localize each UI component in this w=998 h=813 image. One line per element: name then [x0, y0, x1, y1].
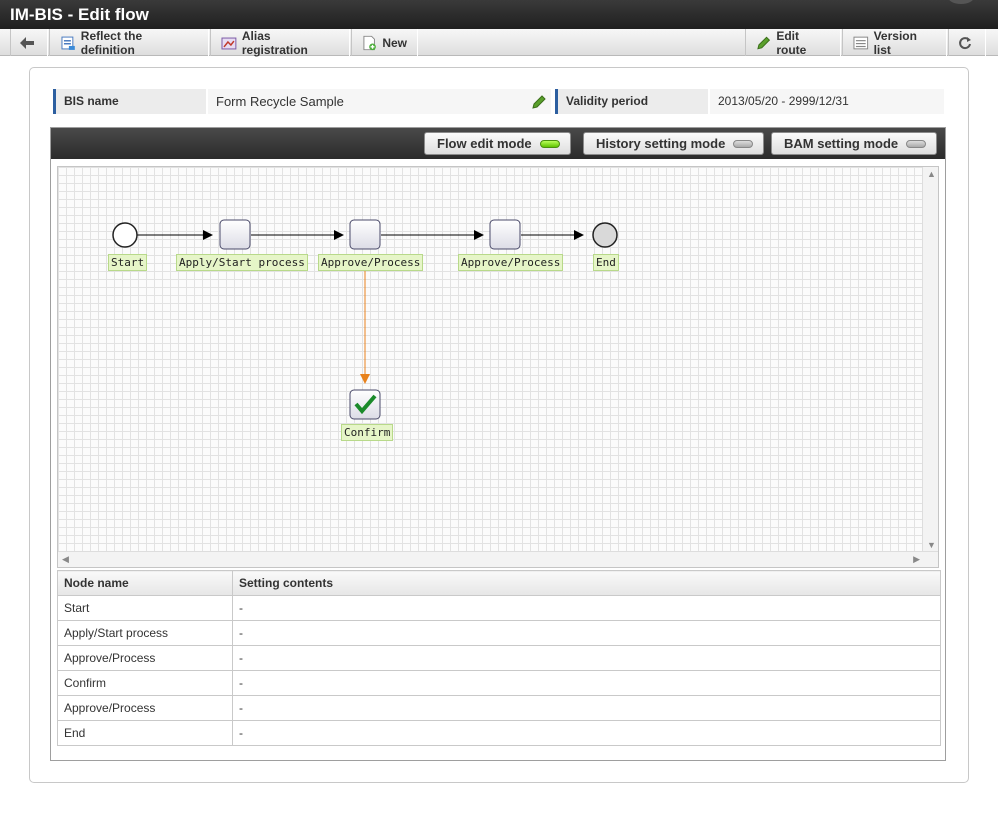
new-label: New — [382, 35, 407, 50]
start-node-label: Start — [108, 254, 148, 271]
approve-process-node-1[interactable] — [349, 219, 381, 250]
setting-contents-cell: - — [232, 720, 941, 746]
flow-diagram — [112, 219, 618, 420]
alias-registration-button[interactable]: Alias registration — [210, 28, 350, 57]
bis-name-label: BIS name — [53, 89, 206, 114]
toolbar: Reflect the definition Alias registratio… — [0, 28, 998, 57]
list-icon — [853, 36, 869, 49]
node-name-cell: End — [57, 720, 233, 746]
flow-edit-mode-label: Flow edit mode — [437, 136, 532, 151]
window-corner-knob — [948, 0, 974, 4]
alias-registration-icon — [221, 37, 237, 49]
bis-name-value: Form Recycle Sample — [216, 94, 344, 109]
flow-edit-mode-button[interactable]: Flow edit mode — [424, 132, 571, 155]
bam-setting-mode-button[interactable]: BAM setting mode — [771, 132, 938, 155]
edit-name-pencil-icon[interactable] — [531, 94, 547, 110]
table-row[interactable]: Approve/Process - — [57, 645, 941, 671]
window-title-bar: IM-BIS - Edit flow — [0, 0, 998, 29]
node-name-cell: Confirm — [57, 670, 233, 696]
node-name-cell: Approve/Process — [57, 695, 233, 721]
setting-contents-cell: - — [232, 595, 941, 621]
bam-setting-mode-indicator — [906, 139, 927, 148]
setting-contents-header: Setting contents — [232, 570, 941, 596]
history-setting-mode-label: History setting mode — [596, 136, 726, 151]
table-row[interactable]: Apply/Start process - — [57, 620, 941, 646]
vertical-scrollbar[interactable]: ▲ ▼ — [922, 167, 938, 552]
info-row: BIS name Form Recycle Sample Validity pe… — [53, 89, 944, 114]
bis-name-field: Form Recycle Sample — [208, 89, 551, 114]
table-row[interactable]: Approve/Process - — [57, 695, 941, 721]
scroll-left-icon[interactable]: ◀ — [62, 554, 69, 565]
setting-contents-cell: - — [232, 620, 941, 646]
flow-edit-mode-indicator — [539, 139, 560, 148]
table-row[interactable]: Start - — [57, 595, 941, 621]
apply-start-node[interactable] — [219, 219, 251, 250]
alias-registration-label: Alias registration — [241, 28, 308, 57]
horizontal-scrollbar[interactable]: ◀ ▶ — [58, 551, 938, 567]
reflect-definition-icon — [61, 36, 75, 50]
back-button[interactable] — [10, 29, 48, 56]
setting-contents-cell: - — [232, 670, 941, 696]
scroll-right-icon[interactable]: ▶ — [913, 554, 920, 565]
version-list-button[interactable]: Version list — [842, 28, 947, 57]
new-button[interactable]: New — [351, 29, 418, 56]
arrow-left-icon — [19, 36, 34, 49]
approve-process-node-2[interactable] — [489, 219, 521, 250]
table-row[interactable]: Confirm - — [57, 670, 941, 696]
window-title: IM-BIS - Edit flow — [10, 5, 149, 24]
apply-start-node-label: Apply/Start process — [176, 254, 308, 271]
approve-process-node-1-label: Approve/Process — [318, 254, 424, 271]
history-setting-mode-button[interactable]: History setting mode — [583, 132, 765, 155]
validity-period-label: Validity period — [555, 89, 708, 114]
refresh-button[interactable] — [948, 29, 986, 56]
scroll-up-icon[interactable]: ▲ — [927, 169, 936, 179]
end-node-label: End — [593, 254, 619, 271]
pencil-icon — [757, 36, 771, 49]
end-node[interactable] — [592, 222, 618, 248]
node-name-cell: Approve/Process — [57, 645, 233, 671]
reflect-definition-button[interactable]: Reflect the definition — [49, 28, 209, 57]
edit-route-label: Edit route — [776, 28, 807, 57]
new-document-icon — [363, 35, 376, 50]
setting-contents-cell: - — [232, 695, 941, 721]
flow-editor: Flow edit mode History setting mode BAM … — [50, 127, 946, 761]
bam-setting-mode-label: BAM setting mode — [784, 136, 899, 151]
scroll-down-icon[interactable]: ▼ — [927, 540, 936, 550]
mode-bar: Flow edit mode History setting mode BAM … — [51, 128, 945, 159]
start-node[interactable] — [112, 222, 138, 248]
table-row[interactable]: End - — [57, 720, 941, 746]
table-header-row: Node name Setting contents — [57, 570, 941, 596]
reflect-definition-label: Reflect the definition — [80, 28, 143, 57]
node-settings-table: Node name Setting contents Start - Apply/… — [57, 570, 941, 746]
flow-canvas[interactable]: Start Apply/Start process Approve/Proces… — [57, 166, 939, 568]
setting-contents-cell: - — [232, 645, 941, 671]
approve-process-node-2-label: Approve/Process — [458, 254, 564, 271]
refresh-icon — [958, 36, 971, 49]
confirm-node-label: Confirm — [341, 424, 394, 441]
edit-route-button[interactable]: Edit route — [745, 28, 841, 57]
version-list-label: Version list — [873, 28, 917, 57]
validity-period-value: 2013/05/20 - 2999/12/31 — [710, 89, 944, 114]
node-name-header: Node name — [57, 570, 233, 596]
history-setting-mode-indicator — [733, 139, 754, 148]
node-name-cell: Start — [57, 595, 233, 621]
node-name-cell: Apply/Start process — [57, 620, 233, 646]
